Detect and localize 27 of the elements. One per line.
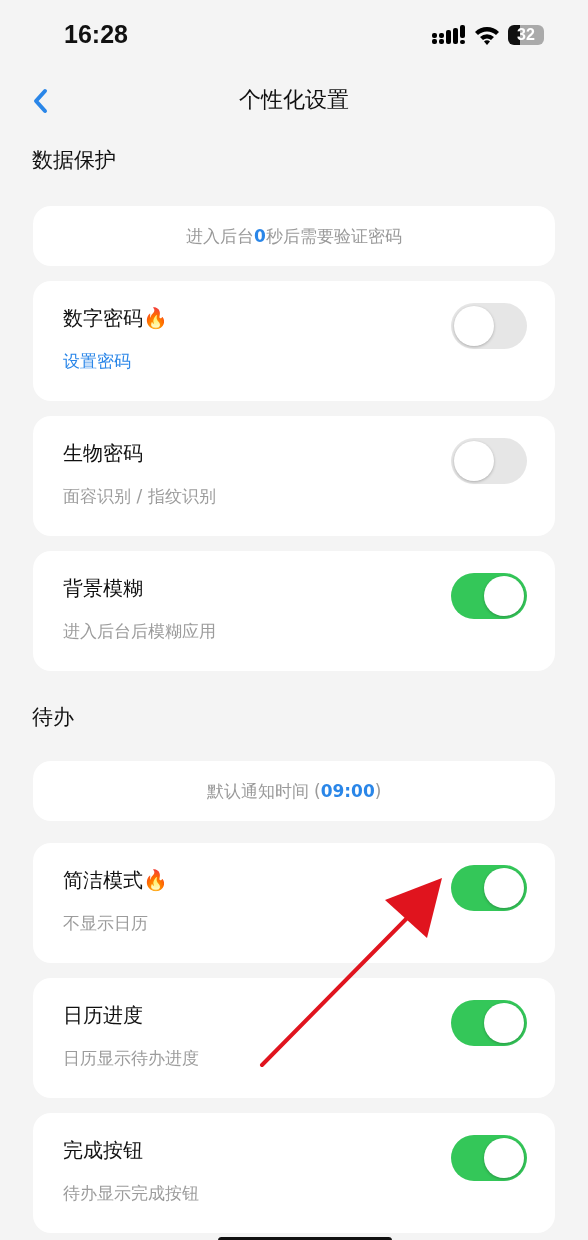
setting-description: 日历显示待办进度 — [63, 1047, 199, 1070]
setting-description: 待办显示完成按钮 — [63, 1182, 199, 1205]
toggle-switch[interactable] — [451, 865, 527, 911]
toggle-switch[interactable] — [451, 1000, 527, 1046]
info-card: 默认通知时间 (09:00) — [33, 761, 555, 821]
toggle-switch[interactable] — [451, 303, 527, 349]
status-time: 16:28 — [64, 19, 128, 49]
section-title: 数据保护 — [32, 147, 116, 174]
setting-title: 数字密码🔥 — [63, 305, 168, 332]
setting-title: 简洁模式🔥 — [63, 867, 168, 894]
setting-title: 日历进度 — [63, 1002, 143, 1029]
toggle-switch[interactable] — [451, 1135, 527, 1181]
setting-title: 完成按钮 — [63, 1137, 143, 1164]
section-title: 待办 — [32, 704, 74, 731]
info-card: 进入后台0秒后需要验证密码 — [33, 206, 555, 266]
setting-description: 进入后台后模糊应用 — [63, 620, 216, 643]
setting-description: 面容识别 / 指纹识别 — [63, 485, 216, 508]
setting-title: 背景模糊 — [63, 575, 143, 602]
page-title: 个性化设置 — [239, 86, 349, 114]
toggle-switch[interactable] — [451, 573, 527, 619]
back-icon[interactable] — [32, 88, 48, 114]
setting-title: 生物密码 — [63, 440, 143, 467]
signal-icon — [432, 25, 466, 45]
toggle-switch[interactable] — [451, 438, 527, 484]
wifi-icon — [474, 25, 500, 45]
set-password-link[interactable]: 设置密码 — [63, 350, 131, 373]
setting-description: 不显示日历 — [63, 912, 148, 935]
